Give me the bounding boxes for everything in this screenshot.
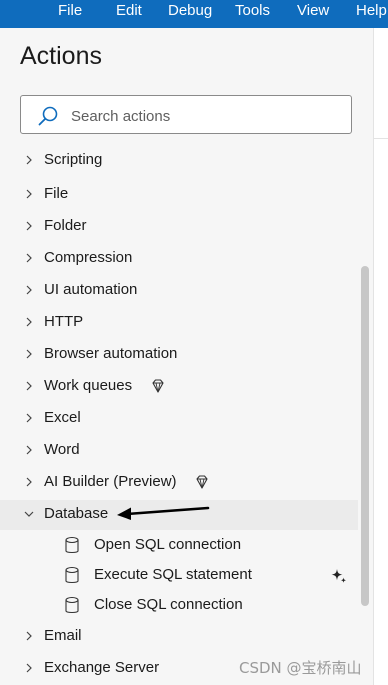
database-icon <box>65 566 79 584</box>
action-execute-sql-statement[interactable]: Execute SQL statement <box>0 561 358 591</box>
tree-group-label: Email <box>44 627 82 644</box>
chevron-right-icon[interactable] <box>22 347 36 361</box>
chevron-right-icon[interactable] <box>22 379 36 393</box>
tree-group-label: Work queues <box>44 377 133 394</box>
action-label: Execute SQL statement <box>94 566 252 583</box>
canvas-edge <box>373 28 388 685</box>
action-open-sql-connection[interactable]: Open SQL connection <box>0 531 358 561</box>
action-close-sql-connection[interactable]: Close SQL connection <box>0 591 358 621</box>
watermark: CSDN @宝桥南山 <box>239 659 362 677</box>
action-label: Open SQL connection <box>94 536 242 553</box>
tree-group-browser-automation[interactable]: Browser automation <box>0 340 358 370</box>
chevron-right-icon[interactable] <box>22 283 36 297</box>
tree-group-label: Folder <box>44 217 87 234</box>
premium-diamond-icon <box>196 475 208 489</box>
tree-group-ai-builder[interactable]: AI Builder (Preview) <box>0 468 358 498</box>
panel-title: Actions <box>20 42 102 70</box>
actions-tree: Scripting File Folder Compression UI aut… <box>0 148 358 685</box>
menu-edit[interactable]: Edit <box>116 0 142 22</box>
tree-group-label: Exchange Server <box>44 659 160 676</box>
chevron-right-icon[interactable] <box>22 629 36 643</box>
tree-group-email[interactable]: Email <box>0 622 358 652</box>
tree-group-folder[interactable]: Folder <box>0 212 358 242</box>
tree-group-label: Compression <box>44 249 133 266</box>
action-label: Close SQL connection <box>94 596 243 613</box>
annotation-arrow-icon <box>117 506 210 520</box>
chevron-right-icon[interactable] <box>22 443 36 457</box>
database-icon <box>65 596 79 614</box>
tree-group-label: Word <box>44 441 80 458</box>
tree-group-label: File <box>44 185 69 202</box>
menu-file[interactable]: File <box>58 0 82 22</box>
chevron-down-icon[interactable] <box>22 507 36 521</box>
menu-bar: File Edit Debug Tools View Help <box>0 0 388 28</box>
tree-group-excel[interactable]: Excel <box>0 404 358 434</box>
tree-group-file[interactable]: File <box>0 180 358 210</box>
chevron-right-icon[interactable] <box>22 475 36 489</box>
chevron-right-icon[interactable] <box>22 153 36 167</box>
chevron-right-icon[interactable] <box>22 315 36 329</box>
search-box[interactable] <box>20 95 352 134</box>
tree-group-label: UI automation <box>44 281 138 298</box>
tree-group-compression[interactable]: Compression <box>0 244 358 274</box>
chevron-right-icon[interactable] <box>22 411 36 425</box>
chevron-right-icon[interactable] <box>22 187 36 201</box>
tree-group-label: Excel <box>44 409 81 426</box>
premium-diamond-icon <box>152 379 164 393</box>
tree-group-scripting[interactable]: Scripting <box>0 148 358 176</box>
tree-group-ui-automation[interactable]: UI automation <box>0 276 358 306</box>
tree-group-work-queues[interactable]: Work queues <box>0 372 358 402</box>
menu-help[interactable]: Help <box>356 0 387 22</box>
scrollbar-thumb[interactable] <box>361 266 369 606</box>
tree-group-label: Scripting <box>44 151 103 168</box>
tree-group-word[interactable]: Word <box>0 436 358 466</box>
tree-group-label: HTTP <box>44 313 84 330</box>
search-icon <box>38 106 58 126</box>
database-icon <box>65 536 79 554</box>
tree-group-label: Browser automation <box>44 345 178 362</box>
menu-tools[interactable]: Tools <box>235 0 270 22</box>
chevron-right-icon[interactable] <box>22 251 36 265</box>
tree-group-label: AI Builder (Preview) <box>44 473 177 490</box>
sparkle-icon <box>331 569 347 583</box>
tree-group-http[interactable]: HTTP <box>0 308 358 338</box>
menu-debug[interactable]: Debug <box>168 0 212 22</box>
chevron-right-icon[interactable] <box>22 661 36 675</box>
search-input[interactable] <box>69 104 343 128</box>
chevron-right-icon[interactable] <box>22 219 36 233</box>
menu-view[interactable]: View <box>297 0 329 22</box>
tree-group-label: Database <box>44 505 109 522</box>
